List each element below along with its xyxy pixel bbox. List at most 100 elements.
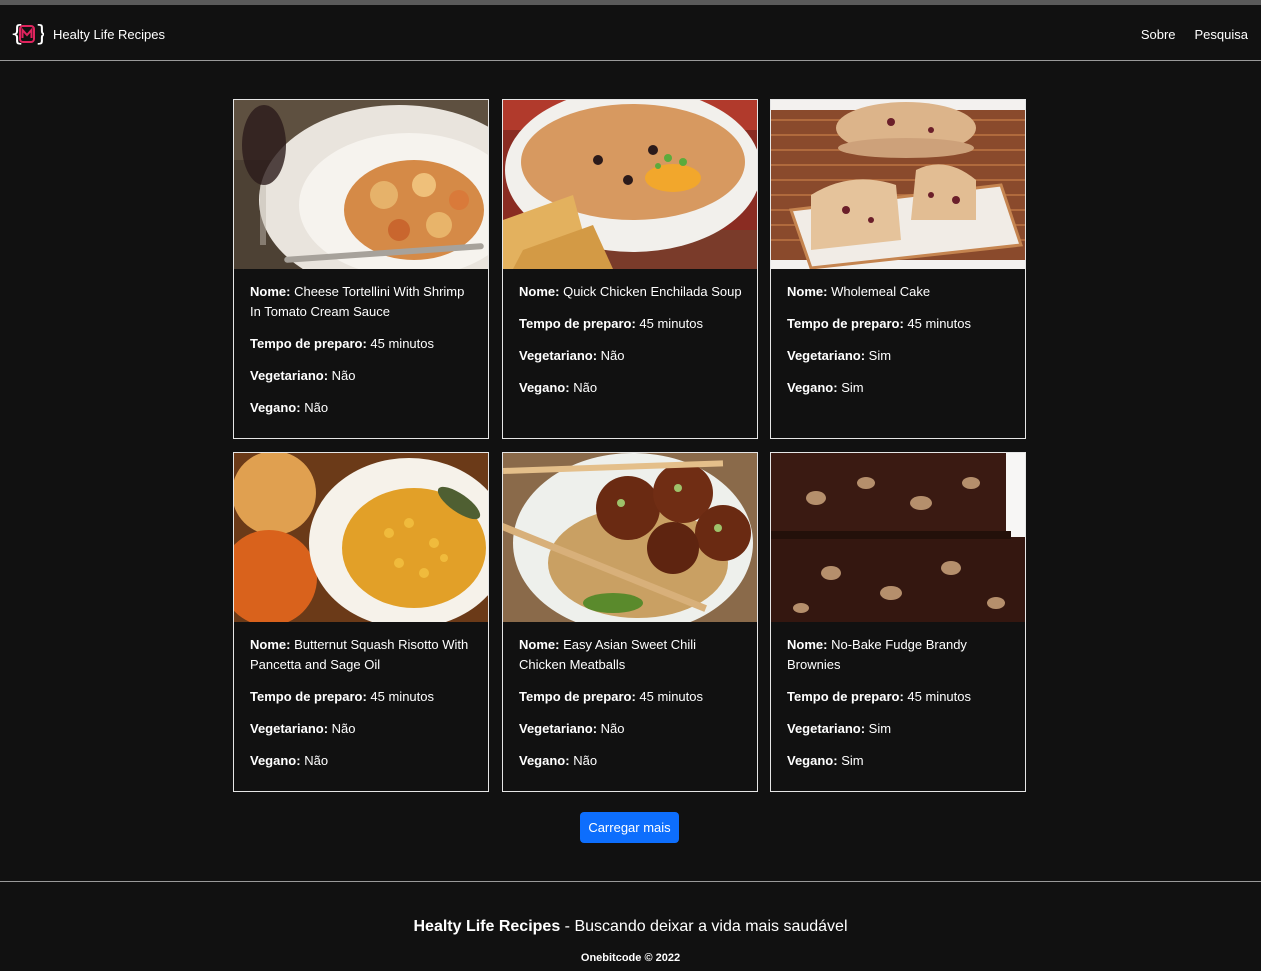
recipe-vegan: Vegano: Não <box>250 751 474 771</box>
time-label: Tempo de preparo: <box>250 689 367 704</box>
recipe-info: Nome: Quick Chicken Enchilada Soup Tempo… <box>519 282 743 410</box>
time-label: Tempo de preparo: <box>787 689 904 704</box>
recipe-photo <box>503 453 757 622</box>
recipe-time: Tempo de preparo: 45 minutos <box>250 687 474 707</box>
recipe-info: Nome: Cheese Tortellini With Shrimp In T… <box>250 282 474 430</box>
recipe-photo <box>503 100 757 269</box>
name-label: Nome: <box>250 284 291 299</box>
brand-link[interactable]: { } Healty Life Recipes <box>10 21 165 47</box>
name-label: Nome: <box>519 637 560 652</box>
time-value: 45 minutos <box>907 689 971 704</box>
recipe-name: Nome: Butternut Squash Risotto With Panc… <box>250 635 474 675</box>
time-value: 45 minutos <box>639 316 703 331</box>
vegetarian-label: Vegetariano: <box>519 721 598 736</box>
recipe-time: Tempo de preparo: 45 minutos <box>250 334 474 354</box>
recipe-card[interactable]: Nome: Quick Chicken Enchilada Soup Tempo… <box>502 99 758 439</box>
recipe-card[interactable]: Nome: Wholemeal Cake Tempo de preparo: 4… <box>770 99 1026 439</box>
vegan-value: Não <box>304 753 329 768</box>
recipe-vegan: Vegano: Não <box>250 398 474 418</box>
name-label: Nome: <box>787 637 828 652</box>
vegan-label: Vegano: <box>787 753 838 768</box>
recipe-name: Nome: Quick Chicken Enchilada Soup <box>519 282 743 302</box>
time-label: Tempo de preparo: <box>519 689 636 704</box>
vegan-value: Sim <box>841 380 864 395</box>
vegetarian-label: Vegetariano: <box>787 348 866 363</box>
vegetarian-label: Vegetariano: <box>787 721 866 736</box>
recipe-photo <box>234 100 488 269</box>
name-label: Nome: <box>787 284 828 299</box>
time-label: Tempo de preparo: <box>519 316 636 331</box>
nav-link-sobre[interactable]: Sobre <box>1141 27 1176 42</box>
vegetarian-label: Vegetariano: <box>250 368 329 383</box>
recipe-info: Nome: Easy Asian Sweet Chili Chicken Mea… <box>519 635 743 783</box>
recipe-vegetarian: Vegetariano: Sim <box>787 346 1011 366</box>
recipe-photo <box>771 453 1025 622</box>
recipe-vegetarian: Vegetariano: Não <box>250 719 474 739</box>
recipe-time: Tempo de preparo: 45 minutos <box>787 687 1011 707</box>
recipe-vegan: Vegano: Sim <box>787 378 1011 398</box>
time-label: Tempo de preparo: <box>787 316 904 331</box>
recipe-name: Nome: Easy Asian Sweet Chili Chicken Mea… <box>519 635 743 675</box>
brand-name: Healty Life Recipes <box>53 26 165 42</box>
footer-copyright: Onebitcode © 2022 <box>580 952 681 964</box>
vegan-value: Não <box>304 400 329 415</box>
time-value: 45 minutos <box>370 336 434 351</box>
recipe-photo <box>234 453 488 622</box>
vegan-value: Não <box>573 380 598 395</box>
vegan-label: Vegano: <box>519 380 570 395</box>
code-brackets-logo-icon: { } <box>10 22 44 47</box>
vegan-value: Não <box>573 753 598 768</box>
vegan-label: Vegano: <box>250 400 301 415</box>
recipe-photo <box>771 100 1025 269</box>
recipe-vegan: Vegano: Sim <box>787 751 1011 771</box>
recipe-info: Nome: No-Bake Fudge Brandy Brownies Temp… <box>787 635 1011 783</box>
vegetarian-label: Vegetariano: <box>250 721 329 736</box>
recipe-vegan: Vegano: Não <box>519 751 743 771</box>
name-value: Quick Chicken Enchilada Soup <box>563 284 742 299</box>
recipe-name: Nome: Cheese Tortellini With Shrimp In T… <box>250 282 474 322</box>
vegetarian-value: Não <box>331 721 356 736</box>
vegan-label: Vegano: <box>787 380 838 395</box>
recipe-vegan: Vegano: Não <box>519 378 743 398</box>
recipe-vegetarian: Vegetariano: Não <box>519 719 743 739</box>
footer-brand: Healty Life Recipes <box>413 918 561 935</box>
nav-links: Sobre Pesquisa <box>1141 27 1248 42</box>
recipe-card[interactable]: Nome: Easy Asian Sweet Chili Chicken Mea… <box>502 452 758 792</box>
recipe-info: Nome: Butternut Squash Risotto With Panc… <box>250 635 474 783</box>
load-more-button[interactable]: Carregar mais <box>580 812 679 843</box>
recipe-name: Nome: Wholemeal Cake <box>787 282 1011 302</box>
recipe-time: Tempo de preparo: 45 minutos <box>519 314 743 334</box>
vegetarian-label: Vegetariano: <box>519 348 598 363</box>
navbar: { } Healty Life Recipes Sobre Pesquisa <box>0 5 1261 61</box>
recipe-info: Nome: Wholemeal Cake Tempo de preparo: 4… <box>787 282 1011 410</box>
vegan-value: Sim <box>841 753 864 768</box>
time-value: 45 minutos <box>639 689 703 704</box>
recipe-time: Tempo de preparo: 45 minutos <box>787 314 1011 334</box>
recipe-card[interactable]: Nome: Butternut Squash Risotto With Panc… <box>233 452 489 792</box>
recipe-card[interactable]: Nome: Cheese Tortellini With Shrimp In T… <box>233 99 489 439</box>
svg-text:}: } <box>35 22 44 47</box>
name-label: Nome: <box>519 284 560 299</box>
vegetarian-value: Não <box>331 368 356 383</box>
recipe-time: Tempo de preparo: 45 minutos <box>519 687 743 707</box>
vegetarian-value: Sim <box>868 721 892 736</box>
recipe-vegetarian: Vegetariano: Sim <box>787 719 1011 739</box>
footer: Healty Life Recipes - Buscando deixar a … <box>0 881 1261 971</box>
name-label: Nome: <box>250 637 291 652</box>
vegan-label: Vegano: <box>250 753 301 768</box>
vegan-label: Vegano: <box>519 753 570 768</box>
vegetarian-value: Não <box>600 348 625 363</box>
recipe-vegetarian: Vegetariano: Não <box>519 346 743 366</box>
time-value: 45 minutos <box>907 316 971 331</box>
footer-tagline: Healty Life Recipes - Buscando deixar a … <box>0 918 1261 936</box>
time-label: Tempo de preparo: <box>250 336 367 351</box>
recipe-card[interactable]: Nome: No-Bake Fudge Brandy Brownies Temp… <box>770 452 1026 792</box>
vegetarian-value: Sim <box>868 348 892 363</box>
nav-link-pesquisa[interactable]: Pesquisa <box>1195 27 1248 42</box>
name-value: Wholemeal Cake <box>831 284 931 299</box>
vegetarian-value: Não <box>600 721 625 736</box>
recipe-vegetarian: Vegetariano: Não <box>250 366 474 386</box>
footer-slogan: - Buscando deixar a vida mais saudável <box>564 918 848 935</box>
recipe-name: Nome: No-Bake Fudge Brandy Brownies <box>787 635 1011 675</box>
time-value: 45 minutos <box>370 689 434 704</box>
